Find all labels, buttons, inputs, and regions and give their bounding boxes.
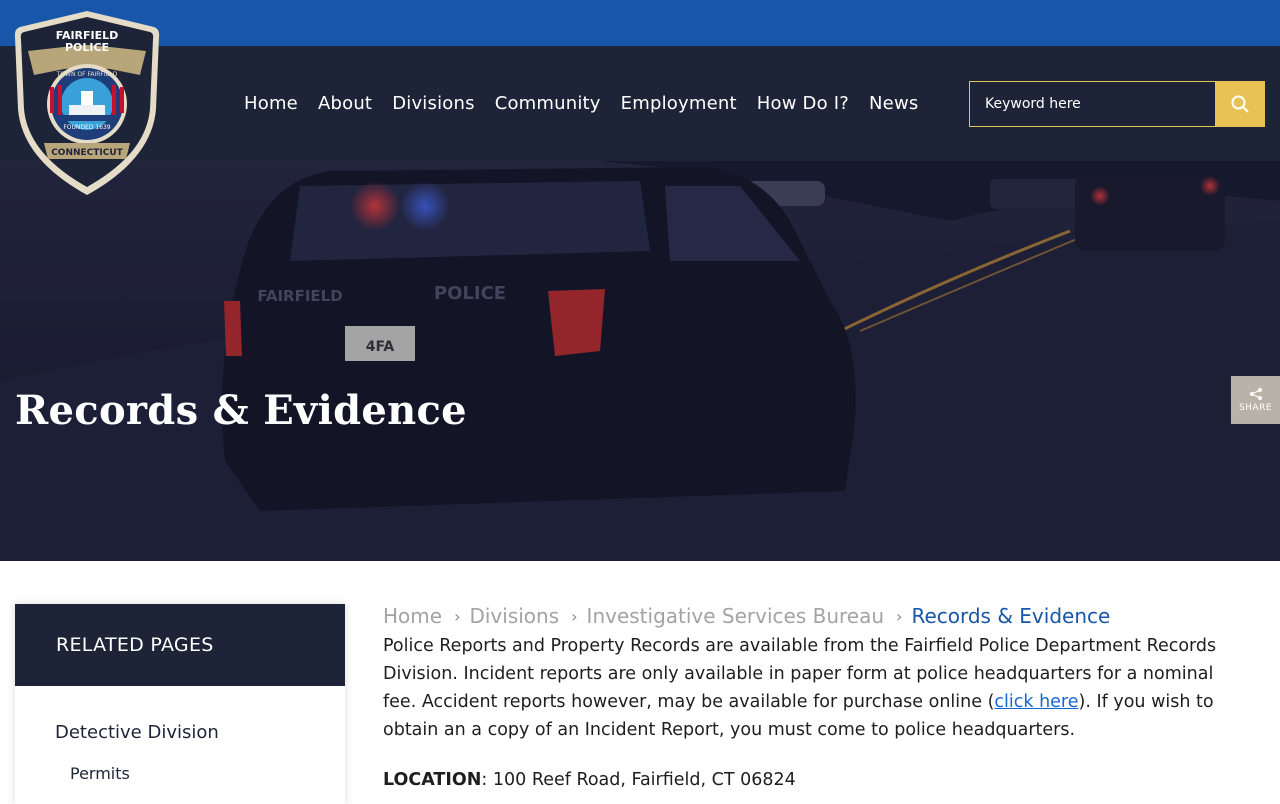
records-description: Police Reports and Property Records are … — [383, 632, 1243, 744]
related-item-detective-division[interactable]: Detective Division — [55, 722, 219, 743]
logo-founded: FOUNDED 1639 — [63, 124, 110, 131]
location-label: LOCATION — [383, 770, 482, 790]
search-box — [969, 81, 1265, 127]
breadcrumb-investigative[interactable]: Investigative Services Bureau — [587, 604, 885, 628]
location-line: LOCATION: 100 Reef Road, Fairfield, CT 0… — [383, 770, 796, 790]
search-button[interactable] — [1215, 81, 1265, 127]
nav-divisions[interactable]: Divisions — [392, 93, 475, 114]
main-nav: Home About Divisions Community Employmen… — [244, 46, 938, 161]
related-pages-panel: RELATED PAGES Detective Division Permits — [15, 604, 345, 804]
nav-employment[interactable]: Employment — [621, 93, 737, 114]
police-badge-logo[interactable]: FAIRFIELD POLICE TOWN OF FAIRFIELD FOUND… — [14, 9, 160, 197]
search-input[interactable] — [969, 81, 1215, 127]
top-bar — [0, 0, 1280, 46]
logo-state: CONNECTICUT — [51, 148, 123, 158]
click-here-link[interactable]: click here — [994, 692, 1078, 712]
nav-how-do-i[interactable]: How Do I? — [757, 93, 849, 114]
share-label: SHARE — [1238, 403, 1273, 413]
logo-line2: POLICE — [65, 41, 109, 54]
search-icon — [1231, 95, 1249, 113]
breadcrumb-current: Records & Evidence — [911, 604, 1111, 628]
share-icon — [1249, 388, 1262, 400]
nav-news[interactable]: News — [869, 93, 918, 114]
breadcrumb-divisions[interactable]: Divisions — [469, 604, 559, 628]
hero-image: 4FA POLICE FAIRFIELD — [0, 161, 1280, 561]
nav-community[interactable]: Community — [495, 93, 601, 114]
related-pages-heading: RELATED PAGES — [15, 604, 345, 686]
page-title: Records & Evidence — [15, 387, 467, 434]
location-value: : 100 Reef Road, Fairfield, CT 06824 — [481, 770, 796, 790]
nav-home[interactable]: Home — [244, 93, 298, 114]
logo-ring-text: TOWN OF FAIRFIELD — [56, 71, 118, 78]
breadcrumb-separator-icon: › — [571, 606, 578, 626]
share-button[interactable]: SHARE — [1231, 376, 1280, 424]
breadcrumb-home[interactable]: Home — [383, 604, 442, 628]
breadcrumb-separator-icon: › — [896, 606, 903, 626]
hero-banner: 4FA POLICE FAIRFIELD Records & Evidence — [0, 161, 1280, 561]
related-subitem-permits[interactable]: Permits — [70, 764, 130, 783]
breadcrumb-separator-icon: › — [454, 606, 461, 626]
breadcrumb: Home › Divisions › Investigative Service… — [383, 604, 1110, 628]
nav-about[interactable]: About — [318, 93, 372, 114]
